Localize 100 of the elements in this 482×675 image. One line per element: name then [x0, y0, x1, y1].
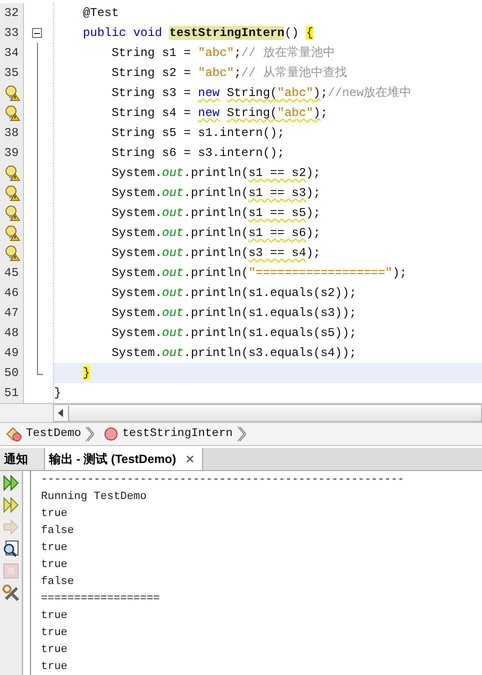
warning-bulb-icon[interactable]	[4, 85, 20, 101]
code-token: )	[313, 105, 320, 122]
code-token: System.	[110, 285, 162, 302]
code-token: new	[198, 85, 220, 102]
output-line: true	[41, 558, 68, 573]
output-line: true	[41, 609, 68, 624]
output-line: -------------------------------------------------------	[41, 473, 404, 488]
code-token: }	[82, 365, 90, 382]
code-token: .println(s3.equals(s4));	[184, 345, 356, 362]
code-token: String s5 = s1.intern();	[110, 125, 284, 142]
line-number: 46	[4, 285, 19, 302]
output-line: false	[41, 524, 74, 539]
line-number: 39	[4, 145, 19, 162]
line-number: 32	[4, 5, 19, 22]
code-token: String s3 =	[110, 85, 192, 102]
code-token: ;	[320, 85, 328, 102]
output-line: true	[41, 626, 68, 641]
output-line: Running TestDemo	[41, 490, 147, 505]
code-token: String s2 =	[110, 65, 192, 82]
code-token: out	[162, 345, 184, 362]
line-number: 33	[4, 25, 19, 42]
code-token: // 放在常量池中	[241, 45, 335, 62]
code-token: "abc"	[198, 45, 234, 62]
code-token: out	[162, 265, 184, 282]
code-token: );	[306, 185, 320, 202]
code-token: s1 == s6	[248, 225, 306, 242]
output-line: true	[41, 507, 68, 522]
code-token: String(	[226, 85, 278, 102]
panel-tab[interactable]: 通知	[0, 448, 45, 470]
warning-bulb-icon[interactable]	[4, 225, 20, 241]
line-number: 50	[4, 365, 19, 382]
warning-bulb-icon[interactable]	[4, 185, 20, 201]
code-token: .println(s1.equals(s2));	[184, 285, 356, 302]
code-token: out	[162, 205, 184, 222]
code-token: s1 == s2	[248, 165, 306, 182]
code-token: );	[306, 225, 320, 242]
code-token: ;	[320, 105, 328, 122]
line-number: 45	[4, 265, 19, 282]
line-number: 34	[4, 45, 19, 62]
code-token: s3 == s4	[248, 245, 306, 262]
code-token: System.	[110, 165, 162, 182]
code-token: String s4 =	[110, 105, 192, 122]
close-icon[interactable]	[186, 455, 194, 463]
code-token: testStringIntern	[169, 25, 284, 42]
magnifier-icon[interactable]	[2, 540, 20, 558]
code-editor[interactable]	[0, 0, 482, 403]
warning-bulb-icon[interactable]	[4, 245, 20, 261]
code-token: new	[198, 105, 220, 122]
code-token: // 从常量池中查找	[241, 65, 347, 82]
code-token: )	[313, 85, 320, 102]
code-token: {	[306, 25, 314, 42]
code-token: out	[162, 285, 184, 302]
double-arrow-icon[interactable]	[2, 496, 20, 514]
code-token: out	[162, 165, 184, 182]
chevron-icon[interactable]	[85, 426, 94, 442]
code-token: System.	[110, 345, 162, 362]
code-token: System.	[110, 265, 162, 282]
code-token: out	[162, 185, 184, 202]
chevron-icon[interactable]	[236, 426, 246, 442]
method-icon	[104, 427, 118, 441]
output-line: true	[41, 541, 68, 556]
code-token: );	[392, 265, 407, 282]
code-token: "abc"	[277, 85, 314, 102]
double-arrow-icon[interactable]	[2, 474, 20, 492]
code-token: ()	[284, 25, 300, 42]
code-token: }	[54, 385, 62, 402]
tools-icon[interactable]	[2, 584, 20, 602]
code-token: .println(	[184, 245, 248, 262]
code-token: .println(	[184, 165, 248, 182]
code-token: );	[306, 205, 320, 222]
line-number: 48	[4, 325, 19, 342]
code-token: System.	[110, 305, 162, 322]
code-token: ;	[234, 45, 242, 62]
code-token: System.	[110, 325, 162, 342]
line-number: 49	[4, 345, 19, 362]
warning-bulb-icon[interactable]	[4, 165, 20, 181]
code-token: .println(	[184, 185, 248, 202]
warning-bulb-icon[interactable]	[4, 205, 20, 221]
line-number: 35	[4, 65, 19, 82]
output-line: ==================	[41, 592, 160, 607]
breadcrumb-link[interactable]: TestDemo	[26, 425, 82, 443]
code-token: System.	[110, 185, 162, 202]
code-token: s1 == s5	[248, 205, 306, 222]
breadcrumb-link[interactable]: testStringIntern	[122, 425, 233, 443]
code-token: out	[162, 225, 184, 242]
code-token: "abc"	[198, 65, 234, 82]
line-number: 51	[4, 385, 19, 402]
warning-bulb-icon[interactable]	[4, 105, 20, 121]
horizontal-scrollbar[interactable]	[53, 404, 482, 422]
code-token: );	[306, 245, 320, 262]
code-token: ;	[234, 65, 242, 82]
code-token: s1 == s3	[248, 185, 306, 202]
code-token: @Test	[82, 5, 119, 22]
fold-toggle[interactable]	[32, 28, 42, 38]
class-icon	[6, 426, 22, 442]
code-token: System.	[110, 205, 162, 222]
code-token: .println(s1.equals(s5));	[184, 325, 356, 342]
output-line: true	[41, 660, 68, 675]
code-token: System.	[110, 245, 162, 262]
panel-tab[interactable]: 输出 - 测试 (TestDemo)	[45, 448, 204, 470]
